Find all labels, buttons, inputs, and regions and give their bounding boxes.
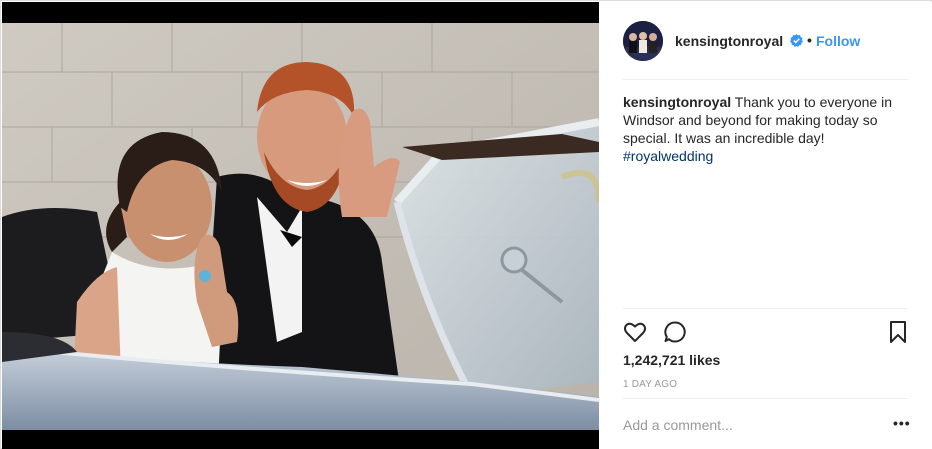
separator-dot: • [807, 32, 812, 48]
avatar-image [623, 21, 663, 61]
comment-bubble-icon[interactable] [663, 320, 687, 344]
post-frame: kensingtonroyal • Follow kensingtonroyal… [0, 0, 932, 449]
username-link[interactable]: kensingtonroyal [675, 33, 783, 49]
actions-divider [623, 308, 908, 309]
header-divider [623, 79, 908, 80]
post-timestamp[interactable]: 1 DAY AGO [623, 379, 677, 390]
comment-input[interactable] [623, 414, 873, 436]
bookmark-icon[interactable] [886, 320, 910, 344]
post-photo[interactable] [2, 2, 599, 449]
photo-image [2, 2, 599, 449]
verified-badge-icon [790, 34, 803, 47]
avatar[interactable] [623, 21, 663, 61]
hashtag-link[interactable]: #royalwedding [623, 148, 713, 164]
action-bar [623, 320, 908, 346]
post-header: kensingtonroyal • Follow [599, 2, 932, 80]
heart-icon[interactable] [623, 320, 647, 344]
follow-button[interactable]: Follow [816, 33, 860, 49]
post-caption: kensingtonroyal Thank you to everyone in… [623, 93, 913, 165]
likes-count[interactable]: 1,242,721 likes [623, 352, 720, 368]
post-details-panel: kensingtonroyal • Follow kensingtonroyal… [599, 2, 932, 449]
comment-divider [623, 398, 908, 399]
caption-username[interactable]: kensingtonroyal [623, 94, 731, 110]
more-options-icon[interactable]: ••• [893, 415, 911, 431]
